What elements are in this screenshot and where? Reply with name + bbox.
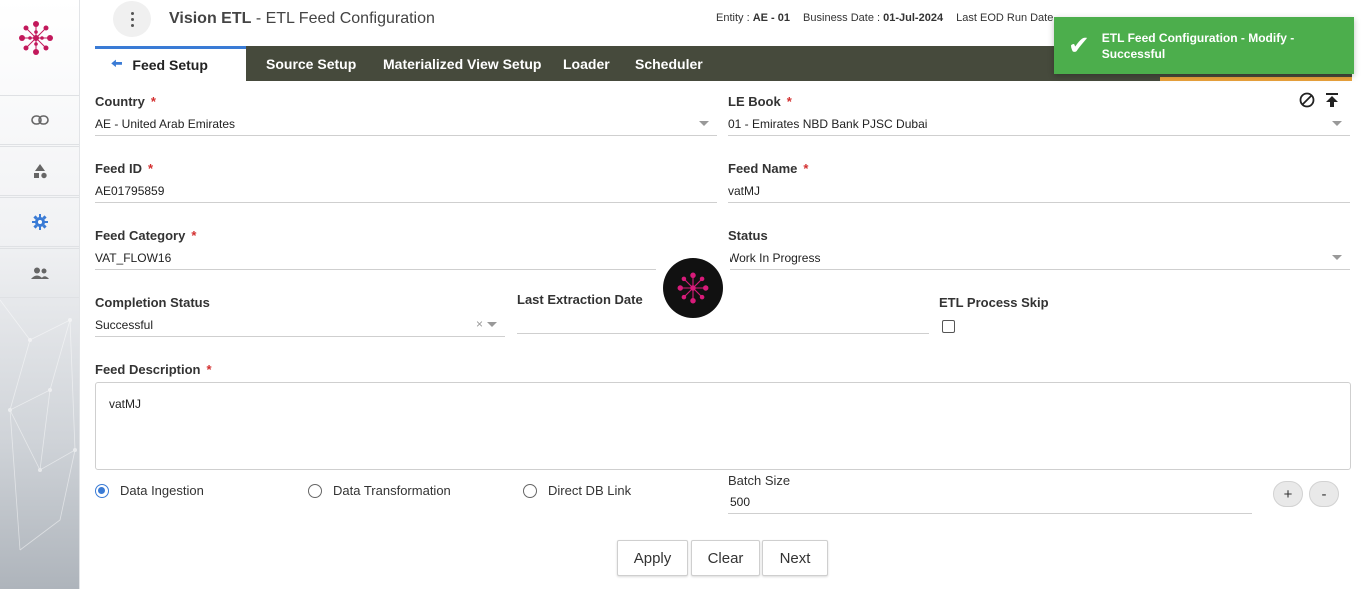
chevron-down-icon bbox=[699, 121, 709, 126]
sidebar-item-users[interactable] bbox=[0, 248, 79, 298]
radio-label: Data Transformation bbox=[333, 483, 451, 498]
sidebar-item-settings[interactable] bbox=[0, 197, 79, 247]
required-mark: * bbox=[191, 228, 197, 243]
chevron-down-icon bbox=[1332, 255, 1342, 260]
tab-materialized-view-setup[interactable]: Materialized View Setup bbox=[383, 46, 541, 81]
radio-data-ingestion[interactable]: Data Ingestion bbox=[95, 483, 204, 498]
tab-highlight bbox=[1160, 77, 1352, 81]
apply-button[interactable]: Apply bbox=[617, 540, 688, 576]
feed-category-value: VAT_FLOW16 bbox=[95, 250, 172, 265]
last-eod-label: Last EOD Run Date bbox=[956, 12, 1054, 24]
entity-value: AE - 01 bbox=[752, 12, 790, 24]
app-name: Vision ETL bbox=[169, 10, 252, 27]
business-date-label: Business Date : bbox=[803, 12, 884, 24]
page-title: Vision ETL - ETL Feed Configuration bbox=[169, 10, 435, 28]
add-button[interactable]: + bbox=[1273, 481, 1303, 507]
entity-label: Entity : bbox=[716, 12, 753, 24]
page-subtitle: - ETL Feed Configuration bbox=[251, 10, 435, 27]
chevron-down-icon bbox=[1332, 121, 1342, 126]
required-mark: * bbox=[803, 161, 809, 176]
app-logo bbox=[19, 21, 53, 55]
country-select[interactable]: AE - United Arab Emirates bbox=[95, 112, 717, 136]
completion-status-label: Completion Status bbox=[95, 295, 210, 310]
loading-spinner bbox=[656, 253, 730, 323]
more-menu-button[interactable] bbox=[113, 1, 151, 37]
feed-name-input[interactable]: vatMJ bbox=[728, 179, 1350, 203]
link-icon bbox=[31, 115, 49, 125]
completion-status-select[interactable]: Successful × bbox=[95, 313, 505, 337]
cancel-icon[interactable] bbox=[1298, 91, 1316, 109]
required-mark: * bbox=[786, 94, 792, 109]
feed-category-label: Feed Category * bbox=[95, 228, 197, 243]
success-toast[interactable]: ✔ ETL Feed Configuration - Modify - Succ… bbox=[1054, 17, 1354, 74]
tab-feed-setup[interactable]: 🠨 Feed Setup bbox=[95, 46, 246, 81]
back-arrow-icon[interactable]: 🠨 bbox=[111, 53, 122, 77]
le-book-label: LE Book * bbox=[728, 94, 792, 109]
sidebar bbox=[0, 0, 80, 589]
clear-icon[interactable]: × bbox=[476, 317, 483, 331]
status-select[interactable]: Work In Progress bbox=[728, 246, 1350, 270]
remove-button[interactable]: - bbox=[1309, 481, 1339, 507]
tab-feed-setup-label: Feed Setup bbox=[132, 57, 208, 73]
feed-id-value: AE01795859 bbox=[95, 183, 165, 198]
radio-selected-icon bbox=[95, 483, 109, 498]
feed-id-input[interactable]: AE01795859 bbox=[95, 179, 717, 203]
feed-description-textarea[interactable]: vatMJ bbox=[95, 382, 1351, 470]
feed-name-label: Feed Name * bbox=[728, 161, 809, 176]
network-background-graphic bbox=[0, 299, 77, 551]
clear-button[interactable]: Clear bbox=[691, 540, 760, 576]
shapes-icon bbox=[34, 164, 47, 179]
toast-message: ETL Feed Configuration - Modify - Succes… bbox=[1101, 30, 1295, 61]
radio-direct-db-link[interactable]: Direct DB Link bbox=[523, 483, 631, 498]
tab-source-setup[interactable]: Source Setup bbox=[266, 46, 356, 81]
radio-label: Direct DB Link bbox=[548, 483, 632, 498]
completion-status-value: Successful bbox=[95, 317, 154, 332]
feed-id-label: Feed ID * bbox=[95, 161, 154, 176]
country-value: AE - United Arab Emirates bbox=[95, 116, 236, 131]
country-label: Country * bbox=[95, 94, 156, 109]
etl-process-skip-checkbox[interactable] bbox=[942, 320, 955, 333]
required-mark: * bbox=[150, 94, 156, 109]
le-book-select[interactable]: 01 - Emirates NBD Bank PJSC Dubai bbox=[728, 112, 1350, 136]
gear-icon bbox=[32, 214, 48, 230]
required-mark: * bbox=[206, 362, 212, 377]
required-mark: * bbox=[147, 161, 154, 176]
tab-scheduler[interactable]: Scheduler bbox=[635, 46, 703, 81]
users-icon bbox=[31, 267, 49, 279]
next-button[interactable]: Next bbox=[762, 540, 828, 576]
spinner-logo-icon bbox=[677, 272, 709, 304]
feed-name-value: vatMJ bbox=[728, 183, 761, 198]
le-book-value: 01 - Emirates NBD Bank PJSC Dubai bbox=[728, 116, 928, 131]
chevron-down-icon bbox=[487, 322, 497, 327]
status-value: Work In Progress bbox=[728, 250, 821, 265]
radio-unselected-icon bbox=[523, 483, 537, 498]
batch-size-label: Batch Size bbox=[728, 473, 791, 488]
radio-label: Data Ingestion bbox=[120, 483, 204, 498]
last-extraction-date-label: Last Extraction Date bbox=[517, 292, 643, 307]
sidebar-item-link[interactable] bbox=[0, 95, 79, 145]
radio-unselected-icon bbox=[308, 483, 322, 498]
sidebar-item-shapes[interactable] bbox=[0, 146, 79, 196]
radio-data-transformation[interactable]: Data Transformation bbox=[308, 483, 451, 498]
batch-size-value: 500 bbox=[730, 494, 751, 509]
feed-description-label: Feed Description * bbox=[95, 362, 212, 377]
batch-size-input[interactable]: 500 bbox=[728, 490, 1252, 514]
upload-icon[interactable] bbox=[1323, 91, 1341, 109]
feed-category-select[interactable]: VAT_FLOW16 bbox=[95, 246, 717, 270]
header-info: Entity : AE - 01 Business Date : 01-Jul-… bbox=[716, 12, 1053, 24]
status-label: Status bbox=[728, 228, 768, 243]
business-date-value: 01-Jul-2024 bbox=[883, 12, 944, 24]
etl-process-skip-label: ETL Process Skip bbox=[939, 295, 1049, 310]
check-icon: ✔ bbox=[1068, 30, 1090, 60]
vertical-dots-icon bbox=[130, 10, 134, 28]
tab-loader[interactable]: Loader bbox=[563, 46, 610, 81]
